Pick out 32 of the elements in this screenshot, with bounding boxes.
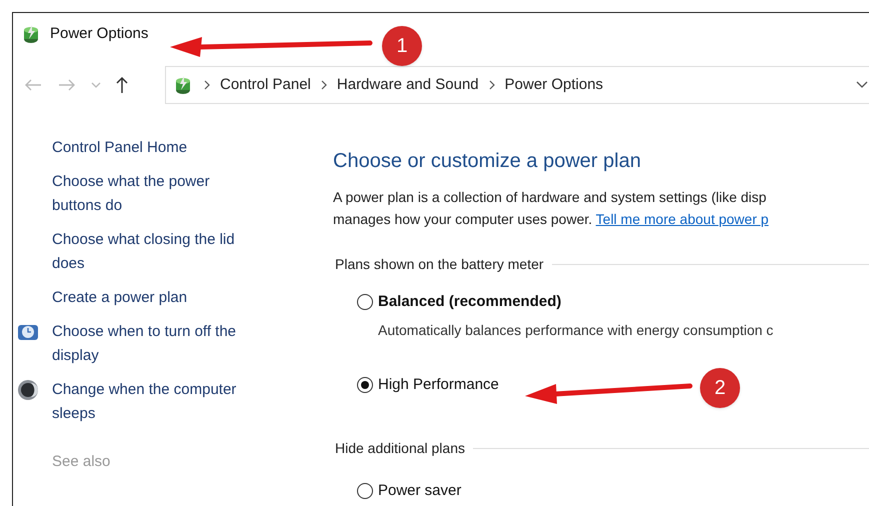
- see-also-heading: See also: [52, 453, 110, 470]
- help-link[interactable]: Tell me more about power p: [596, 211, 769, 227]
- plan-label[interactable]: Power saver: [378, 480, 462, 502]
- plan-label[interactable]: High Performance: [378, 374, 499, 396]
- sidebar-link[interactable]: Choose when to turn off the display: [52, 320, 252, 368]
- radio-button[interactable]: [357, 376, 373, 393]
- radio-button[interactable]: [357, 294, 373, 310]
- radio-button[interactable]: [357, 483, 373, 500]
- chevron-right-icon: [488, 80, 495, 90]
- breadcrumb[interactable]: Power Options: [504, 74, 604, 96]
- chevron-right-icon: [320, 80, 327, 90]
- intro-text: manages how your computer uses power.: [333, 211, 592, 227]
- chevron-down-icon[interactable]: [856, 81, 868, 89]
- sidebar-link[interactable]: Choose what the power buttons do: [52, 170, 252, 218]
- sidebar-link[interactable]: Control Panel Home: [52, 136, 252, 160]
- sidebar-link[interactable]: Choose what closing the lid does: [52, 228, 252, 276]
- up-arrow-icon[interactable]: [115, 76, 129, 94]
- chevron-right-icon: [204, 80, 210, 90]
- page-heading: Choose or customize a power plan: [333, 149, 642, 174]
- clock-icon: [17, 322, 39, 342]
- intro-text: A power plan is a collection of hardware and system settings (like disp: [333, 188, 768, 207]
- section-toggle[interactable]: Hide additional plans: [335, 438, 465, 459]
- plan-description: Automatically balances performance with energy consumption c: [377, 320, 774, 340]
- breadcrumb[interactable]: Control Panel: [220, 74, 311, 96]
- sidebar-link[interactable]: Create a power plan: [52, 286, 252, 310]
- breadcrumb[interactable]: Hardware and Sound: [336, 74, 479, 96]
- plan-label[interactable]: Balanced (recommended): [378, 291, 562, 314]
- section-heading: Plans shown on the battery meter: [335, 255, 544, 274]
- window-title: Power Options: [50, 24, 148, 44]
- moon-icon: [17, 379, 39, 401]
- sidebar-link[interactable]: Change when the computer sleeps: [52, 378, 252, 426]
- address-bar[interactable]: Control Panel Hardware and Sound Power Options: [165, 66, 869, 104]
